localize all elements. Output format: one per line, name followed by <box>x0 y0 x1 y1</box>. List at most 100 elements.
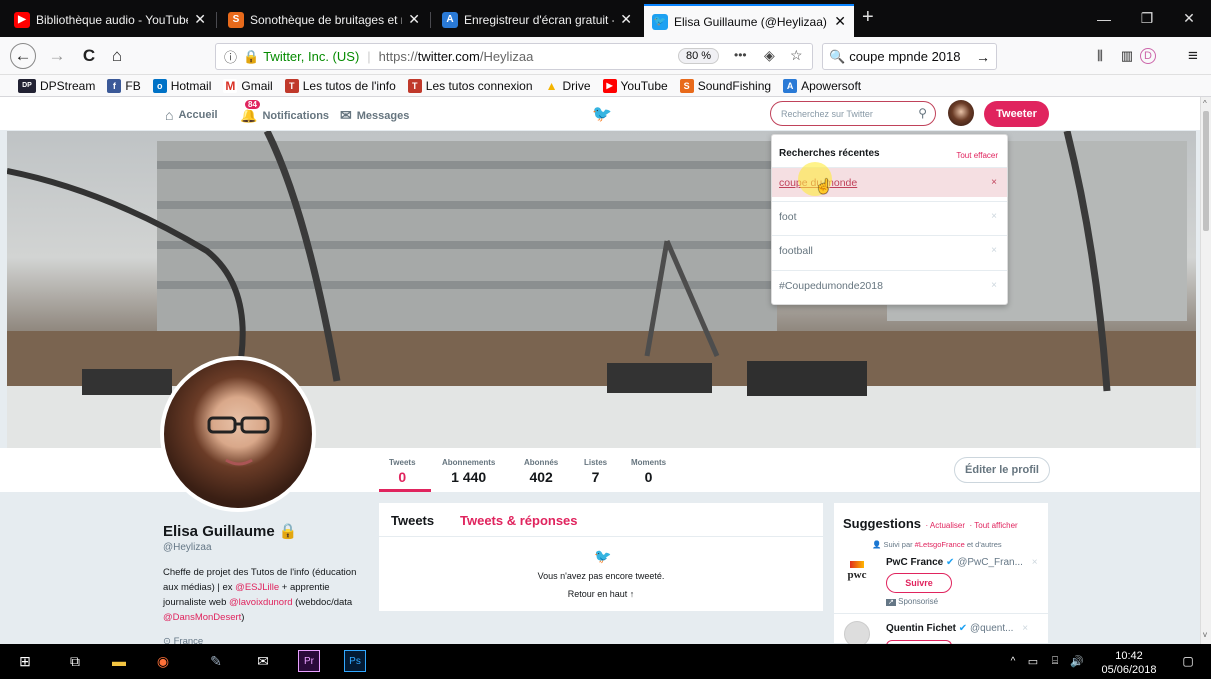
timeline-panel: Tweets Tweets & réponses 🐦 Vous n'avez p… <box>379 503 823 611</box>
windows-taskbar: ⊞ ⧉ ▬ ◉ ✎ ✉ Pr Ps ^ ▭ ⌸ 🔊 10:42 05/06/20… <box>0 644 1211 679</box>
back-to-top-link[interactable]: Retour en haut ↑ <box>379 589 823 599</box>
stat-tweets[interactable]: Tweets 0 <box>389 458 416 485</box>
scroll-up-icon[interactable]: ^ <box>1203 99 1207 108</box>
url-bar[interactable]: ⓘ 🔒 Twitter, Inc. (US) | https://twitter… <box>215 43 813 70</box>
bookmark-gmail[interactable]: M Gmail <box>223 78 273 93</box>
bio-link-dansmondesert[interactable]: @DansMonDesert <box>163 612 241 623</box>
tweet-button[interactable]: Tweeter <box>984 101 1049 127</box>
dismiss-icon[interactable]: × <box>1022 623 1028 634</box>
twitter-search-input[interactable]: Recherchez sur Twitter ⚲ <box>770 101 936 126</box>
bookmark-tutos-connexion[interactable]: T Les tutos connexion <box>407 78 533 93</box>
refresh-link[interactable]: · Actualiser <box>925 521 965 530</box>
tab-tweets-replies[interactable]: Tweets & réponses <box>460 513 578 528</box>
stat-moments[interactable]: Moments 0 <box>631 458 666 485</box>
tab-tweets[interactable]: Tweets <box>391 513 434 528</box>
stat-followers[interactable]: Abonnés 402 <box>524 458 558 485</box>
bookmark-star-icon[interactable]: ☆ <box>790 47 803 64</box>
recent-search-item[interactable]: #Coupedumonde2018 × <box>772 270 1007 300</box>
bio-link-esjlille[interactable]: @ESJLille <box>235 582 279 593</box>
nav-home[interactable]: ⌂ Accueil <box>165 107 218 123</box>
nav-notifications[interactable]: 🔔 84 Notifications <box>240 99 329 124</box>
close-icon[interactable]: ✕ <box>620 11 632 28</box>
page-scrollbar[interactable]: ^ v <box>1200 97 1211 644</box>
search-engine-icon[interactable]: 🔍 <box>829 49 845 65</box>
stat-following[interactable]: Abonnements 1 440 <box>442 458 495 485</box>
bookmark-drive[interactable]: ▲ Drive <box>545 79 591 93</box>
system-clock[interactable]: 10:42 05/06/2018 <box>1094 649 1164 677</box>
sidebar-icon[interactable]: ▥ <box>1114 43 1140 69</box>
profile-avatar[interactable] <box>160 356 316 512</box>
zoom-level[interactable]: 80 % <box>678 48 720 64</box>
menu-icon[interactable]: ≡ <box>1180 43 1206 69</box>
tab-apowersoft[interactable]: A Enregistreur d'écran gratuit - en ✕ <box>434 6 640 33</box>
forward-button[interactable]: → <box>44 43 70 69</box>
volume-icon[interactable]: 🔊 <box>1064 648 1090 674</box>
tab-youtube-library[interactable]: ▶ Bibliothèque audio - YouTube ✕ <box>6 6 214 33</box>
search-go-icon[interactable]: → <box>976 49 990 65</box>
recent-searches-dropdown: Recherches récentes Tout effacer coupe d… <box>771 134 1008 305</box>
bookmark-soundfishing[interactable]: S SoundFishing <box>679 78 771 93</box>
site-identity[interactable]: Twitter, Inc. (US) <box>263 49 359 64</box>
verified-icon: ✔ <box>958 623 968 634</box>
bookmark-tutos-info[interactable]: T Les tutos de l'info <box>284 78 396 93</box>
promoted-icon: ↗ <box>886 599 896 606</box>
suggestion-user-pwc[interactable]: PwC France ✔ @PwC_Fran... × <box>886 557 1038 568</box>
scroll-thumb[interactable] <box>1203 111 1209 231</box>
bio-link-lavoixdunord[interactable]: @lavoixdunord <box>229 597 293 608</box>
remove-icon[interactable]: × <box>991 280 997 291</box>
tutos-connexion-icon: T <box>407 78 422 93</box>
restore-icon[interactable]: ❐ <box>1124 0 1170 37</box>
file-explorer-icon[interactable]: ▬ <box>106 648 132 674</box>
window-close-icon[interactable]: ✕ <box>1166 0 1211 37</box>
twitter-bird-icon[interactable]: 🐦 <box>592 104 612 124</box>
remove-icon[interactable]: × <box>991 177 997 188</box>
paint-icon[interactable]: ✎ <box>203 648 229 674</box>
minimize-icon[interactable]: — <box>1081 0 1127 37</box>
back-button[interactable]: ← <box>10 43 36 69</box>
recent-search-item[interactable]: football × <box>772 235 1007 265</box>
bookmark-youtube[interactable]: ▶ YouTube <box>602 78 668 93</box>
home-button[interactable]: ⌂ <box>104 43 130 69</box>
edit-profile-button[interactable]: Éditer le profil <box>954 457 1050 483</box>
photoshop-icon[interactable]: Ps <box>344 650 366 672</box>
dismiss-icon[interactable]: × <box>1032 557 1038 568</box>
task-view-icon[interactable]: ⧉ <box>62 648 88 674</box>
mail-icon[interactable]: ✉ <box>250 648 276 674</box>
remove-icon[interactable]: × <box>991 211 997 222</box>
extension-icon[interactable]: D <box>1140 48 1156 64</box>
stat-lists[interactable]: Listes 7 <box>584 458 607 485</box>
tab-twitter-profile[interactable]: 🐦 Elisa Guillaume (@Heylizaa) | Tw ✕ <box>644 4 854 37</box>
suggestion-user-quentin[interactable]: Quentin Fichet ✔ @quent... × <box>886 623 1028 634</box>
library-icon[interactable]: ⫼ <box>1087 43 1113 69</box>
notification-center-icon[interactable]: ▢ <box>1175 648 1201 674</box>
bookmark-fb[interactable]: f FB <box>107 78 141 93</box>
search-icon[interactable]: ⚲ <box>918 106 927 120</box>
premiere-icon[interactable]: Pr <box>298 650 320 672</box>
pocket-icon[interactable]: ◈ <box>764 47 775 64</box>
info-icon[interactable]: ⓘ <box>224 47 237 66</box>
search-bar[interactable]: 🔍 coupe mpnde 2018 → <box>822 43 997 70</box>
windows-start-icon[interactable]: ⊞ <box>12 648 38 674</box>
remove-icon[interactable]: × <box>991 245 997 256</box>
bookmark-hotmail[interactable]: o Hotmail <box>152 78 211 93</box>
bookmark-dpstream[interactable]: DP DPStream <box>18 78 95 93</box>
close-icon[interactable]: ✕ <box>834 13 846 30</box>
bookmark-apowersoft[interactable]: A Apowersoft <box>783 78 861 93</box>
close-icon[interactable]: ✕ <box>194 11 206 28</box>
recent-search-item[interactable]: foot × <box>772 201 1007 231</box>
clear-all-link[interactable]: Tout effacer <box>956 151 998 160</box>
follow-button[interactable]: Suivre <box>886 573 952 593</box>
reload-button[interactable]: C <box>76 43 102 69</box>
show-all-link[interactable]: · Tout afficher <box>970 521 1018 530</box>
browser-navbar: ← → C ⌂ ⓘ 🔒 Twitter, Inc. (US) | https:/… <box>0 37 1211 75</box>
avatar[interactable] <box>948 100 974 126</box>
tab-sonotheque[interactable]: S Sonothèque de bruitages et mu ✕ <box>220 6 428 33</box>
close-icon[interactable]: ✕ <box>408 11 420 28</box>
nav-messages[interactable]: ✉ Messages <box>340 107 409 124</box>
new-tab-button[interactable]: + <box>862 6 874 29</box>
page-actions-icon[interactable]: ••• <box>734 48 747 62</box>
firefox-icon[interactable]: ◉ <box>150 648 176 674</box>
scroll-down-icon[interactable]: v <box>1203 630 1207 639</box>
recent-searches-title: Recherches récentes <box>779 148 880 159</box>
pwc-logo[interactable]: pwc <box>844 561 870 581</box>
